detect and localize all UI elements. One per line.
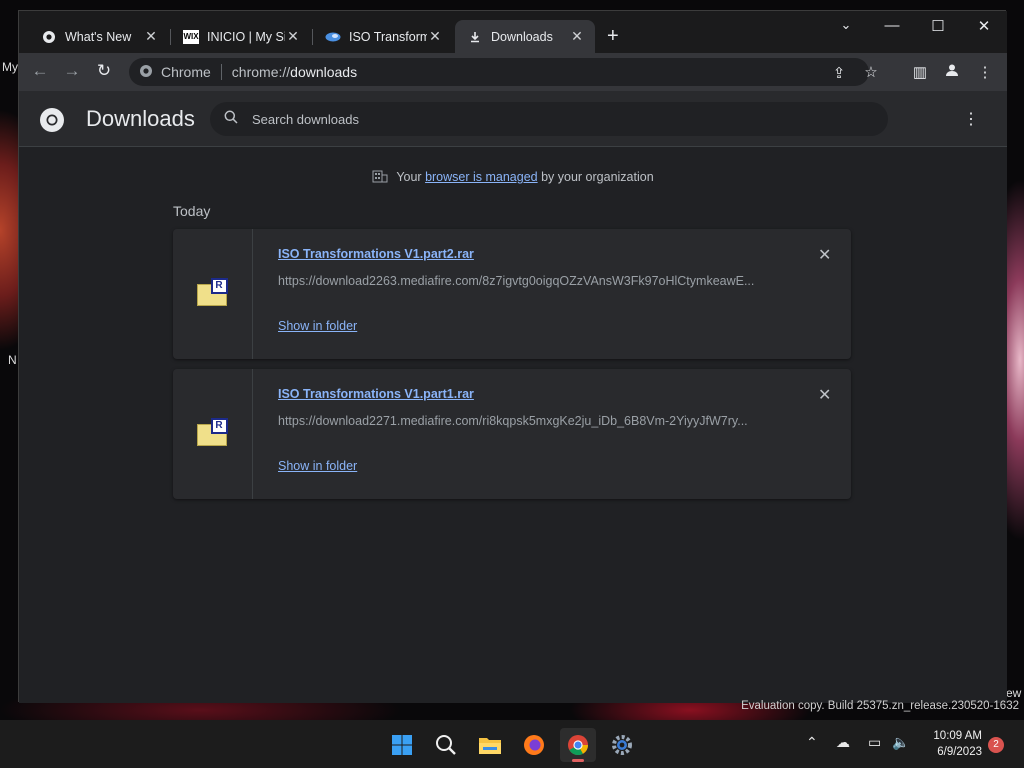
- tab-inicio[interactable]: WIX INICIO | My Si ✕: [171, 20, 311, 53]
- onedrive-offline-icon[interactable]: ☁: [836, 734, 850, 751]
- system-clock[interactable]: 10:09 AM 6/9/2023: [922, 728, 982, 760]
- managed-link[interactable]: browser is managed: [425, 170, 538, 184]
- profile-icon[interactable]: [942, 63, 962, 81]
- close-icon[interactable]: ✕: [285, 28, 301, 45]
- more-actions-icon[interactable]: ⋮: [963, 109, 979, 129]
- new-tab-button[interactable]: +: [607, 26, 619, 46]
- windows-taskbar: ⌃ ☁ ▭ 🔈 10:09 AM 6/9/2023 2: [0, 720, 1024, 768]
- show-in-folder-link[interactable]: Show in folder: [278, 319, 357, 333]
- download-filename-link[interactable]: ISO Transformations V1.part2.rar: [278, 247, 474, 261]
- chrome-logo-icon: [41, 29, 57, 45]
- tab-label: ISO Transform: [349, 29, 427, 44]
- close-icon[interactable]: ✕: [569, 28, 585, 45]
- notification-badge[interactable]: 2: [988, 737, 1004, 753]
- settings-gear-icon[interactable]: [604, 728, 640, 762]
- tab-iso-transformations[interactable]: ISO Transform ✕: [313, 20, 453, 53]
- tab-whats-new[interactable]: What's New ✕: [29, 20, 169, 53]
- rar-file-icon: R: [196, 278, 229, 308]
- download-item: R ISO Transformations V1.part2.rar https…: [173, 229, 851, 359]
- rar-file-icon: R: [196, 418, 229, 448]
- side-panel-icon[interactable]: ▥: [910, 63, 930, 81]
- share-icon[interactable]: ⇪: [829, 64, 849, 82]
- evaluation-watermark: Evaluation copy. Build 25375.zn_release.…: [741, 700, 1019, 712]
- search-input[interactable]: [252, 111, 852, 127]
- download-source-url: https://download2271.mediafire.com/ri8kq…: [278, 414, 748, 428]
- omnibox-chip: Chrome: [161, 64, 211, 80]
- browser-toolbar: ← → ↻ Chrome chrome://downloads ⇪ ☆ ▥ ⋮: [19, 53, 1007, 91]
- chrome-logo-icon: [139, 64, 153, 81]
- minimize-button[interactable]: —: [877, 17, 907, 34]
- file-icon-column: R: [173, 229, 253, 359]
- url-path: downloads: [290, 64, 358, 80]
- remove-download-button[interactable]: ✕: [818, 245, 831, 265]
- back-button[interactable]: ←: [29, 61, 51, 81]
- url-scheme: chrome://: [231, 64, 291, 80]
- url-text: chrome://downloads: [232, 64, 357, 80]
- page-header: Downloads ⋮: [19, 91, 1007, 147]
- chrome-logo-icon: [39, 107, 65, 138]
- clock-date: 6/9/2023: [937, 746, 982, 758]
- chrome-taskbar-icon[interactable]: [560, 728, 596, 762]
- desktop-icon-label: My: [2, 60, 18, 74]
- file-explorer-icon[interactable]: [472, 728, 508, 762]
- managed-notice: Your browser is managed by your organiza…: [19, 169, 1007, 186]
- tab-strip: What's New ✕ WIX INICIO | My Si ✕ ISO Tr…: [19, 11, 1007, 53]
- firefox-icon[interactable]: [516, 728, 552, 762]
- close-window-button[interactable]: ✕: [969, 17, 999, 35]
- building-icon: [372, 169, 388, 186]
- desktop-icon-label: N: [8, 353, 17, 367]
- search-icon: [224, 110, 238, 129]
- download-source-url: https://download2263.mediafire.com/8z7ig…: [278, 274, 755, 288]
- tab-downloads[interactable]: Downloads ✕: [455, 20, 595, 53]
- iso-site-icon: [325, 29, 341, 45]
- taskbar-search-icon[interactable]: [428, 728, 464, 762]
- address-bar[interactable]: Chrome chrome://downloads ⇪ ☆: [129, 58, 878, 86]
- reload-button[interactable]: ↻: [93, 61, 115, 81]
- volume-icon[interactable]: 🔈: [892, 734, 909, 751]
- close-icon[interactable]: ✕: [143, 28, 159, 45]
- close-icon[interactable]: ✕: [427, 28, 443, 45]
- file-icon-column: R: [173, 369, 253, 499]
- remove-download-button[interactable]: ✕: [818, 385, 831, 405]
- desktop-icon-label: ew: [1006, 686, 1022, 700]
- chrome-window: What's New ✕ WIX INICIO | My Si ✕ ISO Tr…: [18, 10, 1007, 703]
- forward-button[interactable]: →: [61, 61, 83, 81]
- managed-text: Your: [396, 170, 426, 184]
- managed-text: by your organization: [537, 170, 654, 184]
- omnibox-divider: [220, 64, 222, 80]
- tab-label: What's New: [65, 29, 132, 44]
- downloads-page: Downloads ⋮ Your browser is managed by y…: [19, 91, 1007, 703]
- tab-search-icon[interactable]: ⌄: [831, 17, 861, 33]
- clock-time: 10:09 AM: [933, 730, 982, 742]
- active-app-indicator: [572, 759, 584, 762]
- tab-label: Downloads: [491, 29, 553, 44]
- download-item: R ISO Transformations V1.part1.rar https…: [173, 369, 851, 499]
- download-icon: [467, 29, 483, 45]
- start-button[interactable]: [384, 728, 420, 762]
- bookmark-star-icon[interactable]: ☆: [861, 63, 881, 81]
- download-filename-link[interactable]: ISO Transformations V1.part1.rar: [278, 387, 474, 401]
- show-in-folder-link[interactable]: Show in folder: [278, 459, 357, 473]
- maximize-button[interactable]: ☐: [923, 17, 953, 35]
- page-title: Downloads: [86, 106, 195, 131]
- search-downloads-box[interactable]: [210, 102, 888, 136]
- wix-logo-icon: WIX: [183, 29, 199, 44]
- tab-label: INICIO | My Si: [207, 29, 285, 44]
- chrome-menu-icon[interactable]: ⋮: [975, 63, 995, 81]
- network-icon[interactable]: ▭: [868, 734, 881, 751]
- date-section-label: Today: [173, 203, 211, 219]
- show-hidden-icons-chevron-icon[interactable]: ⌃: [806, 734, 818, 751]
